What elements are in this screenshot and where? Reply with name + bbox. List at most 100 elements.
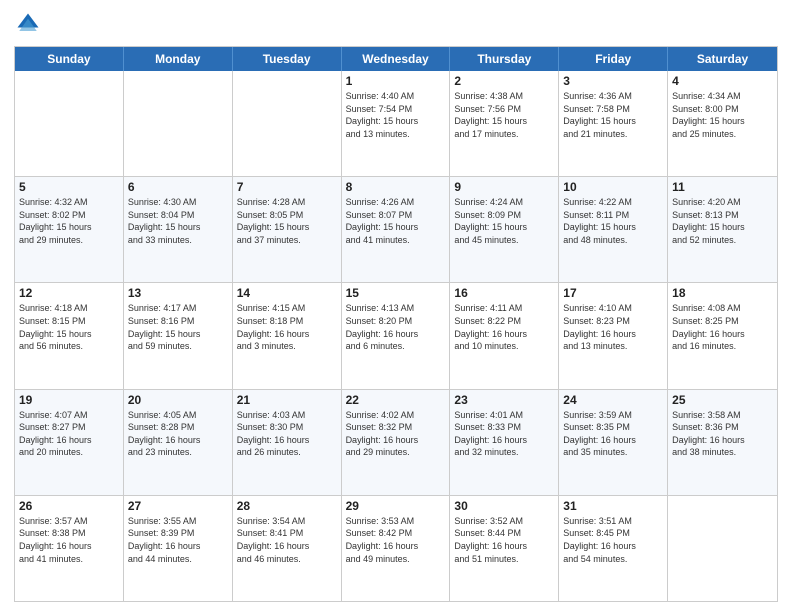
day-info: Sunrise: 3:57 AM Sunset: 8:38 PM Dayligh… (19, 515, 119, 565)
day-info: Sunrise: 4:20 AM Sunset: 8:13 PM Dayligh… (672, 196, 773, 246)
calendar-row: 12 Sunrise: 4:18 AM Sunset: 8:15 PM Dayli… (15, 282, 777, 388)
calendar-empty-cell (668, 496, 777, 601)
day-info: Sunrise: 4:40 AM Sunset: 7:54 PM Dayligh… (346, 90, 446, 140)
day-info: Sunrise: 4:08 AM Sunset: 8:25 PM Dayligh… (672, 302, 773, 352)
calendar-day-1: 1 Sunrise: 4:40 AM Sunset: 7:54 PM Daylig… (342, 71, 451, 176)
calendar-empty-cell (124, 71, 233, 176)
day-number: 15 (346, 286, 446, 300)
calendar-body: 1 Sunrise: 4:40 AM Sunset: 7:54 PM Daylig… (15, 71, 777, 601)
day-number: 10 (563, 180, 663, 194)
day-number: 11 (672, 180, 773, 194)
day-number: 28 (237, 499, 337, 513)
calendar-empty-cell (233, 71, 342, 176)
day-info: Sunrise: 4:24 AM Sunset: 8:09 PM Dayligh… (454, 196, 554, 246)
day-info: Sunrise: 4:36 AM Sunset: 7:58 PM Dayligh… (563, 90, 663, 140)
day-info: Sunrise: 4:07 AM Sunset: 8:27 PM Dayligh… (19, 409, 119, 459)
calendar-day-18: 18 Sunrise: 4:08 AM Sunset: 8:25 PM Dayli… (668, 283, 777, 388)
day-number: 2 (454, 74, 554, 88)
calendar-day-19: 19 Sunrise: 4:07 AM Sunset: 8:27 PM Dayli… (15, 390, 124, 495)
calendar-day-6: 6Sunrise: 4:30 AM Sunset: 8:04 PM Daylig… (124, 177, 233, 282)
day-number: 21 (237, 393, 337, 407)
calendar-day-5: 5 Sunrise: 4:32 AM Sunset: 8:02 PM Daylig… (15, 177, 124, 282)
day-number: 27 (128, 499, 228, 513)
calendar-day-28: 28 Sunrise: 3:54 AM Sunset: 8:41 PM Dayli… (233, 496, 342, 601)
day-info: Sunrise: 4:13 AM Sunset: 8:20 PM Dayligh… (346, 302, 446, 352)
calendar-row: 26Sunrise: 3:57 AM Sunset: 8:38 PM Dayli… (15, 495, 777, 601)
day-info: Sunrise: 4:32 AM Sunset: 8:02 PM Dayligh… (19, 196, 119, 246)
day-number: 9 (454, 180, 554, 194)
calendar-row: 19 Sunrise: 4:07 AM Sunset: 8:27 PM Dayli… (15, 389, 777, 495)
calendar-day-21: 21 Sunrise: 4:03 AM Sunset: 8:30 PM Dayli… (233, 390, 342, 495)
calendar: SundayMondayTuesdayWednesdayThursdayFrid… (14, 46, 778, 602)
day-info: Sunrise: 3:54 AM Sunset: 8:41 PM Dayligh… (237, 515, 337, 565)
day-info: Sunrise: 4:22 AM Sunset: 8:11 PM Dayligh… (563, 196, 663, 246)
header (14, 10, 778, 38)
weekday-header-tuesday: Tuesday (233, 47, 342, 71)
calendar-empty-cell (15, 71, 124, 176)
day-info: Sunrise: 3:53 AM Sunset: 8:42 PM Dayligh… (346, 515, 446, 565)
day-number: 3 (563, 74, 663, 88)
calendar-day-23: 23Sunrise: 4:01 AM Sunset: 8:33 PM Dayli… (450, 390, 559, 495)
logo (14, 10, 46, 38)
day-number: 20 (128, 393, 228, 407)
day-info: Sunrise: 3:58 AM Sunset: 8:36 PM Dayligh… (672, 409, 773, 459)
day-info: Sunrise: 4:17 AM Sunset: 8:16 PM Dayligh… (128, 302, 228, 352)
day-info: Sunrise: 4:26 AM Sunset: 8:07 PM Dayligh… (346, 196, 446, 246)
calendar-day-9: 9 Sunrise: 4:24 AM Sunset: 8:09 PM Daylig… (450, 177, 559, 282)
day-number: 24 (563, 393, 663, 407)
calendar-day-24: 24 Sunrise: 3:59 AM Sunset: 8:35 PM Dayli… (559, 390, 668, 495)
day-info: Sunrise: 4:10 AM Sunset: 8:23 PM Dayligh… (563, 302, 663, 352)
day-info: Sunrise: 4:28 AM Sunset: 8:05 PM Dayligh… (237, 196, 337, 246)
weekday-header-monday: Monday (124, 47, 233, 71)
calendar-day-22: 22Sunrise: 4:02 AM Sunset: 8:32 PM Dayli… (342, 390, 451, 495)
calendar-day-29: 29 Sunrise: 3:53 AM Sunset: 8:42 PM Dayli… (342, 496, 451, 601)
weekday-header-friday: Friday (559, 47, 668, 71)
calendar-day-11: 11 Sunrise: 4:20 AM Sunset: 8:13 PM Dayli… (668, 177, 777, 282)
calendar-day-17: 17Sunrise: 4:10 AM Sunset: 8:23 PM Dayli… (559, 283, 668, 388)
day-info: Sunrise: 4:05 AM Sunset: 8:28 PM Dayligh… (128, 409, 228, 459)
weekday-header-wednesday: Wednesday (342, 47, 451, 71)
calendar-day-20: 20 Sunrise: 4:05 AM Sunset: 8:28 PM Dayli… (124, 390, 233, 495)
day-info: Sunrise: 4:03 AM Sunset: 8:30 PM Dayligh… (237, 409, 337, 459)
calendar-day-3: 3 Sunrise: 4:36 AM Sunset: 7:58 PM Daylig… (559, 71, 668, 176)
calendar-day-8: 8 Sunrise: 4:26 AM Sunset: 8:07 PM Daylig… (342, 177, 451, 282)
weekday-header-sunday: Sunday (15, 47, 124, 71)
day-number: 16 (454, 286, 554, 300)
calendar-day-7: 7 Sunrise: 4:28 AM Sunset: 8:05 PM Daylig… (233, 177, 342, 282)
day-number: 12 (19, 286, 119, 300)
calendar-day-14: 14 Sunrise: 4:15 AM Sunset: 8:18 PM Dayli… (233, 283, 342, 388)
day-info: Sunrise: 4:18 AM Sunset: 8:15 PM Dayligh… (19, 302, 119, 352)
day-number: 5 (19, 180, 119, 194)
day-number: 4 (672, 74, 773, 88)
calendar-day-12: 12 Sunrise: 4:18 AM Sunset: 8:15 PM Dayli… (15, 283, 124, 388)
calendar-day-2: 2 Sunrise: 4:38 AM Sunset: 7:56 PM Daylig… (450, 71, 559, 176)
day-number: 14 (237, 286, 337, 300)
day-info: Sunrise: 3:59 AM Sunset: 8:35 PM Dayligh… (563, 409, 663, 459)
page: SundayMondayTuesdayWednesdayThursdayFrid… (0, 0, 792, 612)
day-info: Sunrise: 4:11 AM Sunset: 8:22 PM Dayligh… (454, 302, 554, 352)
weekday-header-thursday: Thursday (450, 47, 559, 71)
calendar-row: 5 Sunrise: 4:32 AM Sunset: 8:02 PM Daylig… (15, 176, 777, 282)
day-info: Sunrise: 3:51 AM Sunset: 8:45 PM Dayligh… (563, 515, 663, 565)
day-number: 18 (672, 286, 773, 300)
calendar-header-row: SundayMondayTuesdayWednesdayThursdayFrid… (15, 47, 777, 71)
day-number: 19 (19, 393, 119, 407)
day-number: 29 (346, 499, 446, 513)
calendar-row: 1 Sunrise: 4:40 AM Sunset: 7:54 PM Daylig… (15, 71, 777, 176)
calendar-day-25: 25 Sunrise: 3:58 AM Sunset: 8:36 PM Dayli… (668, 390, 777, 495)
day-number: 25 (672, 393, 773, 407)
day-info: Sunrise: 3:52 AM Sunset: 8:44 PM Dayligh… (454, 515, 554, 565)
day-info: Sunrise: 4:38 AM Sunset: 7:56 PM Dayligh… (454, 90, 554, 140)
calendar-day-13: 13 Sunrise: 4:17 AM Sunset: 8:16 PM Dayli… (124, 283, 233, 388)
day-number: 23 (454, 393, 554, 407)
day-info: Sunrise: 4:15 AM Sunset: 8:18 PM Dayligh… (237, 302, 337, 352)
day-info: Sunrise: 3:55 AM Sunset: 8:39 PM Dayligh… (128, 515, 228, 565)
calendar-day-4: 4Sunrise: 4:34 AM Sunset: 8:00 PM Daylig… (668, 71, 777, 176)
day-number: 8 (346, 180, 446, 194)
day-number: 1 (346, 74, 446, 88)
day-info: Sunrise: 4:02 AM Sunset: 8:32 PM Dayligh… (346, 409, 446, 459)
day-number: 7 (237, 180, 337, 194)
day-number: 6 (128, 180, 228, 194)
day-number: 13 (128, 286, 228, 300)
weekday-header-saturday: Saturday (668, 47, 777, 71)
